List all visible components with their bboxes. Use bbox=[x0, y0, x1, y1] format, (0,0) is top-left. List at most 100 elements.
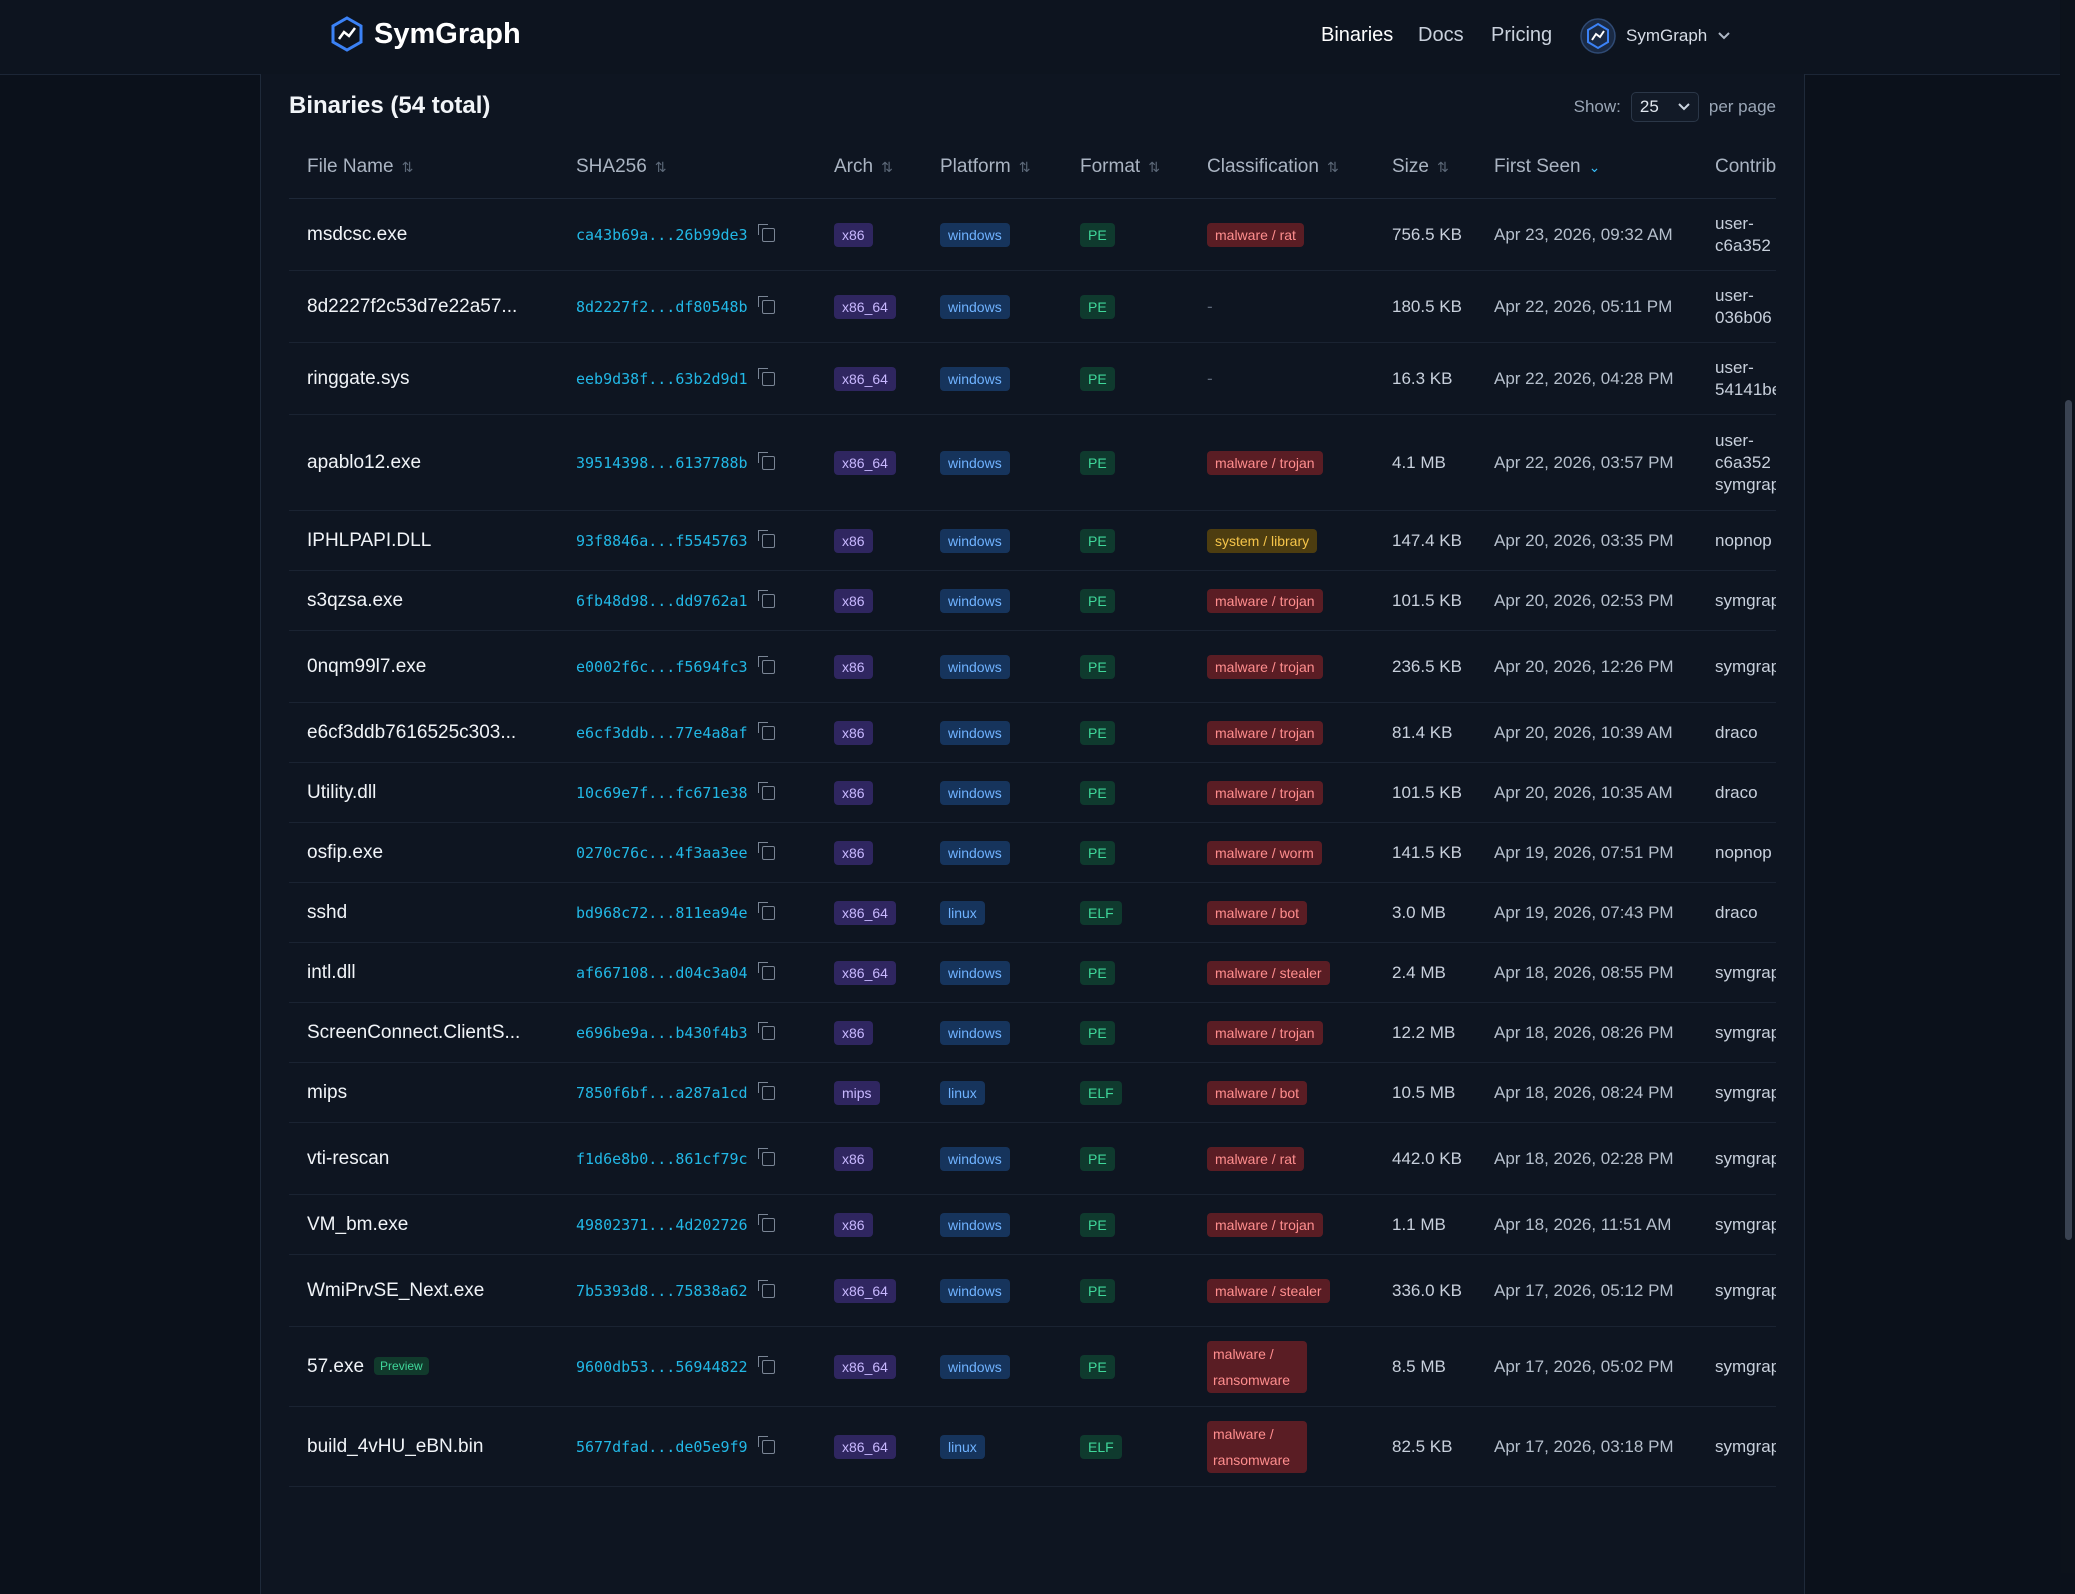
file-name[interactable]: 8d2227f2c53d7e22a57... bbox=[307, 296, 517, 317]
file-name[interactable]: 57.exe bbox=[307, 1356, 364, 1377]
contributor-value[interactable]: draco bbox=[1715, 723, 1758, 742]
sha256-value[interactable]: e696be9a...b430f4b3 bbox=[576, 1024, 748, 1042]
file-name-cell[interactable]: e6cf3ddb7616525c303... bbox=[289, 702, 558, 763]
sha256-value[interactable]: 7b5393d8...75838a62 bbox=[576, 1282, 748, 1300]
sha256-value[interactable]: ca43b69a...26b99de3 bbox=[576, 226, 748, 244]
file-name-cell[interactable]: intl.dll bbox=[289, 942, 558, 1003]
user-menu[interactable]: SymGraph bbox=[1580, 18, 1731, 54]
sha256-value[interactable]: 93f8846a...f5545763 bbox=[576, 532, 748, 550]
file-name-cell[interactable]: ringgate.sys bbox=[289, 342, 558, 415]
copy-icon[interactable] bbox=[757, 530, 775, 548]
table-row[interactable]: WmiPrvSE_Next.exe 7b5393d8...75838a62 x86_… bbox=[289, 1254, 1776, 1327]
file-name[interactable]: apablo12.exe bbox=[307, 452, 421, 473]
file-name[interactable]: 0nqm99l7.exe bbox=[307, 656, 426, 677]
contributor-value[interactable]: symgraph bbox=[1715, 657, 1776, 676]
contributor-value[interactable]: user-c6a352 bbox=[1715, 214, 1771, 255]
copy-icon[interactable] bbox=[757, 842, 775, 860]
table-row[interactable]: 8d2227f2c53d7e22a57... 8d2227f2...df80548… bbox=[289, 270, 1776, 343]
file-name[interactable]: VM_bm.exe bbox=[307, 1214, 408, 1235]
copy-icon[interactable] bbox=[757, 1280, 775, 1298]
copy-icon[interactable] bbox=[757, 1436, 775, 1454]
file-name-cell[interactable]: IPHLPAPI.DLL bbox=[289, 510, 558, 571]
contributor-value[interactable]: nopnop bbox=[1715, 531, 1772, 550]
sha256-value[interactable]: eeb9d38f...63b2d9d1 bbox=[576, 370, 748, 388]
copy-icon[interactable] bbox=[757, 368, 775, 386]
copy-icon[interactable] bbox=[757, 224, 775, 242]
file-name-cell[interactable]: WmiPrvSE_Next.exe bbox=[289, 1254, 558, 1327]
column-header-format[interactable]: Format ⇅ bbox=[1062, 136, 1189, 199]
sha256-value[interactable]: 49802371...4d202726 bbox=[576, 1216, 748, 1234]
table-row[interactable]: ringgate.sys eeb9d38f...63b2d9d1 x86_64 win… bbox=[289, 342, 1776, 415]
table-row[interactable]: IPHLPAPI.DLL 93f8846a...f5545763 x86 window… bbox=[289, 510, 1776, 571]
file-name[interactable]: ScreenConnect.ClientS... bbox=[307, 1022, 520, 1043]
contributor-value[interactable]: draco bbox=[1715, 903, 1758, 922]
file-name-cell[interactable]: sshd bbox=[289, 882, 558, 943]
table-row[interactable]: apablo12.exe 39514398...6137788b x86_64 win… bbox=[289, 414, 1776, 511]
file-name[interactable]: build_4vHU_eBN.bin bbox=[307, 1436, 483, 1457]
copy-icon[interactable] bbox=[757, 962, 775, 980]
contributor-value[interactable]: user-54141be bbox=[1715, 358, 1776, 399]
sha256-value[interactable]: 8d2227f2...df80548b bbox=[576, 298, 748, 316]
contributor-value[interactable]: symgraph bbox=[1715, 1083, 1776, 1102]
copy-icon[interactable] bbox=[757, 1148, 775, 1166]
sha256-value[interactable]: 9600db53...56944822 bbox=[576, 1358, 748, 1376]
file-name[interactable]: sshd bbox=[307, 902, 347, 923]
contributor-value[interactable]: symgraph bbox=[1715, 1437, 1776, 1456]
contributor-value[interactable]: symgraph bbox=[1715, 963, 1776, 982]
column-header-file-name[interactable]: File Name ⇅ bbox=[289, 136, 558, 199]
file-name[interactable]: mips bbox=[307, 1082, 347, 1103]
nav-docs[interactable]: Docs bbox=[1418, 24, 1464, 47]
file-name-cell[interactable]: build_4vHU_eBN.bin bbox=[289, 1406, 558, 1487]
file-name[interactable]: IPHLPAPI.DLL bbox=[307, 530, 431, 551]
sort-icon[interactable]: ⇅ bbox=[1437, 159, 1449, 175]
column-header-classification[interactable]: Classification ⇅ bbox=[1189, 136, 1374, 199]
table-row[interactable]: ScreenConnect.ClientS... e696be9a...b430f… bbox=[289, 1002, 1776, 1063]
copy-icon[interactable] bbox=[757, 656, 775, 674]
sort-icon[interactable]: ⇅ bbox=[1327, 159, 1339, 175]
brand-logo[interactable]: SymGraph bbox=[330, 16, 521, 52]
table-row[interactable]: msdcsc.exe ca43b69a...26b99de3 x86 windows P… bbox=[289, 198, 1776, 271]
per-page-select[interactable]: 25 bbox=[1630, 92, 1699, 122]
table-row[interactable]: Utility.dll 10c69e7f...fc671e38 x86 windows… bbox=[289, 762, 1776, 823]
sha256-value[interactable]: 6fb48d98...dd9762a1 bbox=[576, 592, 748, 610]
copy-icon[interactable] bbox=[757, 1356, 775, 1374]
file-name-cell[interactable]: msdcsc.exe bbox=[289, 198, 558, 271]
contributor-value[interactable]: symgraph bbox=[1715, 1215, 1776, 1234]
sort-icon[interactable]: ⇅ bbox=[655, 159, 667, 175]
table-row[interactable]: mips 7850f6bf...a287a1cd mips linux ELF malwa… bbox=[289, 1062, 1776, 1123]
file-name-cell[interactable]: 8d2227f2c53d7e22a57... bbox=[289, 270, 558, 343]
table-row[interactable]: build_4vHU_eBN.bin 5677dfad...de05e9f9 x86… bbox=[289, 1406, 1776, 1487]
copy-icon[interactable] bbox=[757, 452, 775, 470]
contributor-value[interactable]: user-036b06 bbox=[1715, 286, 1772, 327]
copy-icon[interactable] bbox=[757, 590, 775, 608]
table-row[interactable]: 57.exe Preview 9600db53...56944822 x86_64 wi… bbox=[289, 1326, 1776, 1407]
column-header-platform[interactable]: Platform ⇅ bbox=[922, 136, 1062, 199]
file-name[interactable]: WmiPrvSE_Next.exe bbox=[307, 1280, 484, 1301]
sort-icon[interactable]: ⇅ bbox=[402, 159, 414, 175]
copy-icon[interactable] bbox=[757, 1022, 775, 1040]
table-row[interactable]: osfip.exe 0270c76c...4f3aa3ee x86 windows PE… bbox=[289, 822, 1776, 883]
file-name-cell[interactable]: 57.exe Preview bbox=[289, 1326, 558, 1407]
file-name[interactable]: msdcsc.exe bbox=[307, 224, 407, 245]
copy-icon[interactable] bbox=[757, 782, 775, 800]
file-name-cell[interactable]: VM_bm.exe bbox=[289, 1194, 558, 1255]
contributor-value[interactable]: symgraph bbox=[1715, 591, 1776, 610]
copy-icon[interactable] bbox=[757, 296, 775, 314]
table-row[interactable]: intl.dll af667108...d04c3a04 x86_64 windows… bbox=[289, 942, 1776, 1003]
table-row[interactable]: vti-rescan f1d6e8b0...861cf79c x86 windows P… bbox=[289, 1122, 1776, 1195]
file-name-cell[interactable]: 0nqm99l7.exe bbox=[289, 630, 558, 703]
sha256-value[interactable]: e0002f6c...f5694fc3 bbox=[576, 658, 748, 676]
column-header-sha256[interactable]: SHA256 ⇅ bbox=[558, 136, 816, 199]
file-name-cell[interactable]: osfip.exe bbox=[289, 822, 558, 883]
file-name-cell[interactable]: apablo12.exe bbox=[289, 414, 558, 511]
contributor-value[interactable]: symgraph bbox=[1715, 1023, 1776, 1042]
file-name-cell[interactable]: s3qzsa.exe bbox=[289, 570, 558, 631]
file-name[interactable]: osfip.exe bbox=[307, 842, 383, 863]
sha256-value[interactable]: 5677dfad...de05e9f9 bbox=[576, 1438, 748, 1456]
contributor-value[interactable]: symgraph bbox=[1715, 1357, 1776, 1376]
sort-icon[interactable]: ⇅ bbox=[881, 159, 893, 175]
contributor-value[interactable]: draco bbox=[1715, 783, 1758, 802]
sha256-value[interactable]: 39514398...6137788b bbox=[576, 454, 748, 472]
contributor-value[interactable]: symgraph bbox=[1715, 1149, 1776, 1168]
sha256-value[interactable]: e6cf3ddb...77e4a8af bbox=[576, 724, 748, 742]
